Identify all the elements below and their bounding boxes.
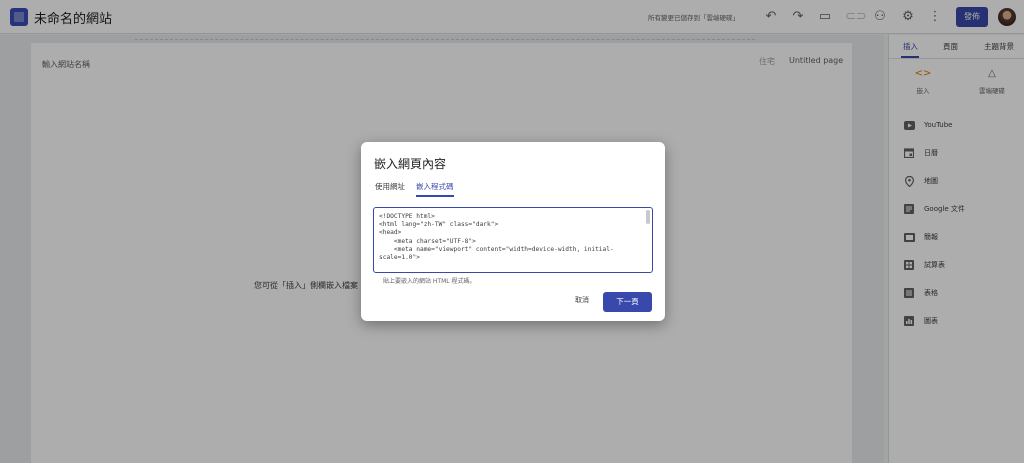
- tab-embed-code[interactable]: 嵌入程式碼: [416, 181, 454, 192]
- embed-code-value[interactable]: <!DOCTYPE html> <html lang="zh-TW" class…: [379, 213, 641, 262]
- embed-code-textarea[interactable]: <!DOCTYPE html> <html lang="zh-TW" class…: [373, 207, 653, 273]
- embed-dialog: 嵌入網頁內容 使用網址 嵌入程式碼 <!DOCTYPE html> <html …: [361, 142, 665, 321]
- helper-text: 貼上要嵌入的網站 HTML 程式碼。: [383, 278, 476, 285]
- dialog-title: 嵌入網頁內容: [374, 157, 447, 171]
- tab-by-url[interactable]: 使用網址: [375, 181, 405, 192]
- textarea-scrollbar[interactable]: [646, 210, 650, 224]
- next-button[interactable]: 下一頁: [603, 292, 652, 312]
- cancel-button[interactable]: 取消: [575, 295, 589, 305]
- active-tab-indicator: [416, 195, 454, 197]
